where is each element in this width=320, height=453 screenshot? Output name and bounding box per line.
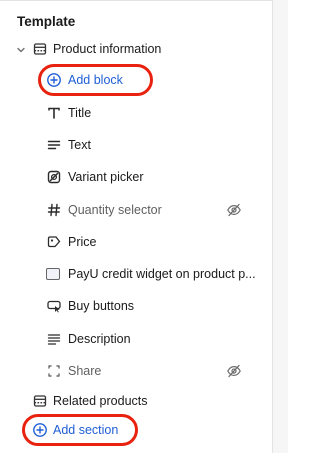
section-related-products[interactable]: Related products — [0, 386, 272, 416]
block-label: Description — [68, 332, 131, 346]
text-lines-icon — [46, 137, 62, 153]
block-buy-buttons[interactable]: Buy buttons — [0, 291, 272, 321]
block-share[interactable]: Share — [0, 356, 272, 386]
share-bracket-icon — [46, 363, 62, 379]
app-block-icon — [46, 266, 62, 282]
block-label: Buy buttons — [68, 299, 135, 313]
block-price[interactable]: Price — [0, 227, 272, 257]
block-title[interactable]: Title — [0, 98, 272, 128]
block-description[interactable]: Description — [0, 324, 272, 354]
add-section-label: Add section — [53, 423, 119, 437]
buy-buttons-icon — [46, 298, 62, 314]
section-label: Related products — [53, 394, 148, 408]
block-label: PayU credit widget on product p... — [68, 267, 256, 281]
block-payu-widget[interactable]: PayU credit widget on product p... — [0, 259, 272, 289]
top-divider — [0, 0, 272, 1]
add-circle-icon — [32, 422, 48, 438]
text-lines-icon — [46, 331, 62, 347]
block-label: Share — [68, 364, 102, 378]
add-circle-icon — [46, 72, 62, 88]
block-label: Price — [68, 235, 97, 249]
price-tag-icon — [46, 234, 62, 250]
block-text[interactable]: Text — [0, 130, 272, 160]
block-label: Text — [68, 138, 91, 152]
title-T-icon — [46, 105, 62, 121]
block-variant-picker[interactable]: Variant picker — [0, 162, 272, 192]
variant-picker-icon — [46, 169, 62, 185]
block-quantity-selector[interactable]: Quantity selector — [0, 195, 272, 225]
add-block-button[interactable]: Add block — [0, 65, 272, 95]
add-block-label: Add block — [68, 73, 123, 87]
section-icon — [32, 393, 48, 409]
template-heading: Template — [17, 14, 76, 29]
block-label: Quantity selector — [68, 203, 162, 217]
hash-icon — [46, 202, 62, 218]
chevron-down-icon[interactable] — [15, 43, 27, 55]
section-product-information[interactable]: Product information — [0, 34, 272, 64]
add-section-button[interactable]: Add section — [0, 415, 272, 445]
block-label: Variant picker — [68, 170, 144, 184]
eye-hidden-icon[interactable] — [226, 202, 242, 218]
eye-hidden-icon[interactable] — [226, 363, 242, 379]
section-label: Product information — [53, 42, 162, 56]
section-icon — [32, 41, 48, 57]
scrollbar[interactable] — [273, 0, 288, 453]
block-label: Title — [68, 106, 92, 120]
